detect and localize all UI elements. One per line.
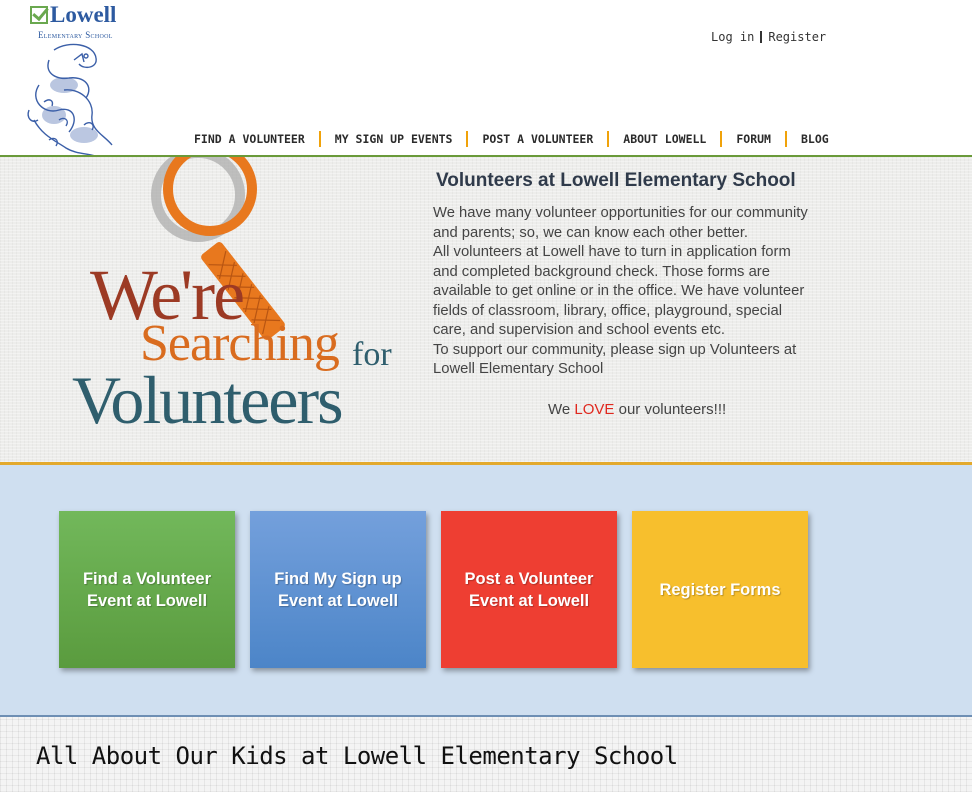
register-forms-tile[interactable]: Register Forms <box>632 511 808 668</box>
site-header: Lowell Elementary School Log in Register… <box>0 0 972 161</box>
love-suffix: our volunteers!!! <box>614 401 727 418</box>
hero-body-line: and parents; so, we can know each other … <box>433 224 749 241</box>
logo-subtitle: Elementary School <box>38 30 113 40</box>
checkbox-icon <box>30 6 48 24</box>
school-logo[interactable]: Lowell Elementary School <box>27 2 150 164</box>
auth-links: Log in Register <box>711 30 826 44</box>
nav-blog[interactable]: BLOG <box>787 132 843 146</box>
hero-body-line: All volunteers at Lowell have to turn in… <box>433 244 791 260</box>
post-volunteer-event-tile[interactable]: Post a Volunteer Event at Lowell <box>441 511 617 668</box>
nav-find-a-volunteer[interactable]: FIND A VOLUNTEER <box>180 132 319 146</box>
find-my-signup-event-tile[interactable]: Find My Sign up Event at Lowell <box>250 511 426 668</box>
nav-forum[interactable]: FORUM <box>722 132 785 146</box>
hero-text: Volunteers at Lowell Elementary School W… <box>433 170 873 380</box>
tile-label: Register Forms <box>659 580 781 599</box>
love-word: LOVE <box>574 401 615 418</box>
main-nav: FIND A VOLUNTEER MY SIGN UP EVENTS POST … <box>180 131 843 147</box>
love-prefix: We <box>548 401 575 418</box>
kids-section-title: All About Our Kids at Lowell Elementary … <box>36 742 678 770</box>
divider <box>760 31 763 43</box>
find-volunteer-event-tile[interactable]: Find a Volunteer Event at Lowell <box>59 511 235 668</box>
logo-title: Lowell <box>30 2 117 27</box>
tile-label: Find My Sign up Event at Lowell <box>274 569 402 610</box>
hero-body-line: available to get online or in the office… <box>433 283 805 299</box>
hero-body-line: We have many volunteer opportunities for… <box>433 205 808 221</box>
hero-body: We have many volunteer opportunities for… <box>433 204 873 380</box>
nav-post-a-volunteer[interactable]: POST A VOLUNTEER <box>468 132 607 146</box>
hero-body-line: fields of classroom, library, office, pl… <box>433 302 782 319</box>
hero-body-line: Lowell Elementary School <box>433 361 604 377</box>
hero-body-line: and completed background check. Those fo… <box>433 263 770 280</box>
login-link[interactable]: Log in <box>711 30 754 44</box>
hero-body-line: To support our community, please sign up… <box>433 341 797 358</box>
tile-label: Find a Volunteer Event at Lowell <box>82 569 212 610</box>
art-volunteers: Volunteers <box>72 362 344 438</box>
nav-about-lowell[interactable]: ABOUT LOWELL <box>609 132 720 146</box>
logo-name: Lowell <box>50 2 117 27</box>
love-message: We LOVE our volunteers!!! <box>548 401 726 418</box>
art-for: for <box>352 336 392 373</box>
nav-my-sign-up-events[interactable]: MY SIGN UP EVENTS <box>321 132 467 146</box>
hero-title: Volunteers at Lowell Elementary School <box>436 170 796 191</box>
dragon-mascot-icon <box>27 43 113 161</box>
hero-body-line: care, and supervision and school events … <box>433 322 726 338</box>
tile-label: Post a Volunteer Event at Lowell <box>464 569 594 610</box>
register-link[interactable]: Register <box>768 30 826 44</box>
